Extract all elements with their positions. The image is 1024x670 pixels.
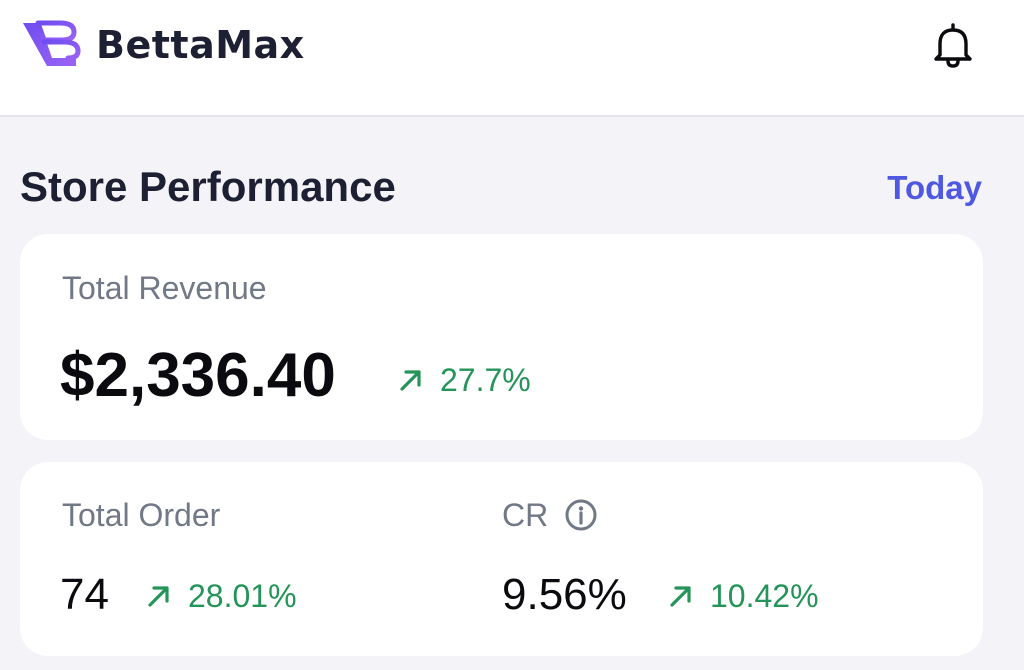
- period-selector[interactable]: Today: [887, 166, 982, 210]
- cr-label: CR: [502, 497, 549, 533]
- total-order-value: 74: [60, 570, 109, 619]
- revenue-change: 27.7%: [398, 360, 531, 400]
- arrow-up-right-icon: [400, 370, 421, 391]
- info-icon[interactable]: [564, 498, 598, 532]
- revenue-value: $2,336.40: [60, 341, 336, 410]
- brand-name: BettaMax: [96, 23, 305, 67]
- total-order-change: 28.01%: [146, 576, 297, 616]
- arrow-up-right-icon: [670, 586, 691, 607]
- cr-change-value: 10.42%: [710, 578, 819, 614]
- arrow-up-right-icon: [148, 586, 169, 607]
- total-order-change-value: 28.01%: [188, 578, 297, 614]
- cr-change: 10.42%: [668, 576, 819, 616]
- revenue-change-value: 27.7%: [440, 362, 531, 398]
- section-title: Store Performance: [20, 163, 396, 210]
- total-order-label: Total Order: [62, 497, 221, 533]
- bettamax-logo-icon: [23, 20, 81, 66]
- revenue-card: Total Revenue $2,336.40 27.7%: [20, 234, 983, 440]
- app-header: BettaMax: [0, 0, 1024, 117]
- bell-icon: [934, 23, 972, 68]
- revenue-label: Total Revenue: [62, 270, 267, 306]
- cr-value: 9.56%: [502, 570, 627, 619]
- notifications-button[interactable]: [928, 20, 978, 70]
- metrics-card: Total Order 74 28.01% CR 9.56% 10.42%: [20, 462, 983, 656]
